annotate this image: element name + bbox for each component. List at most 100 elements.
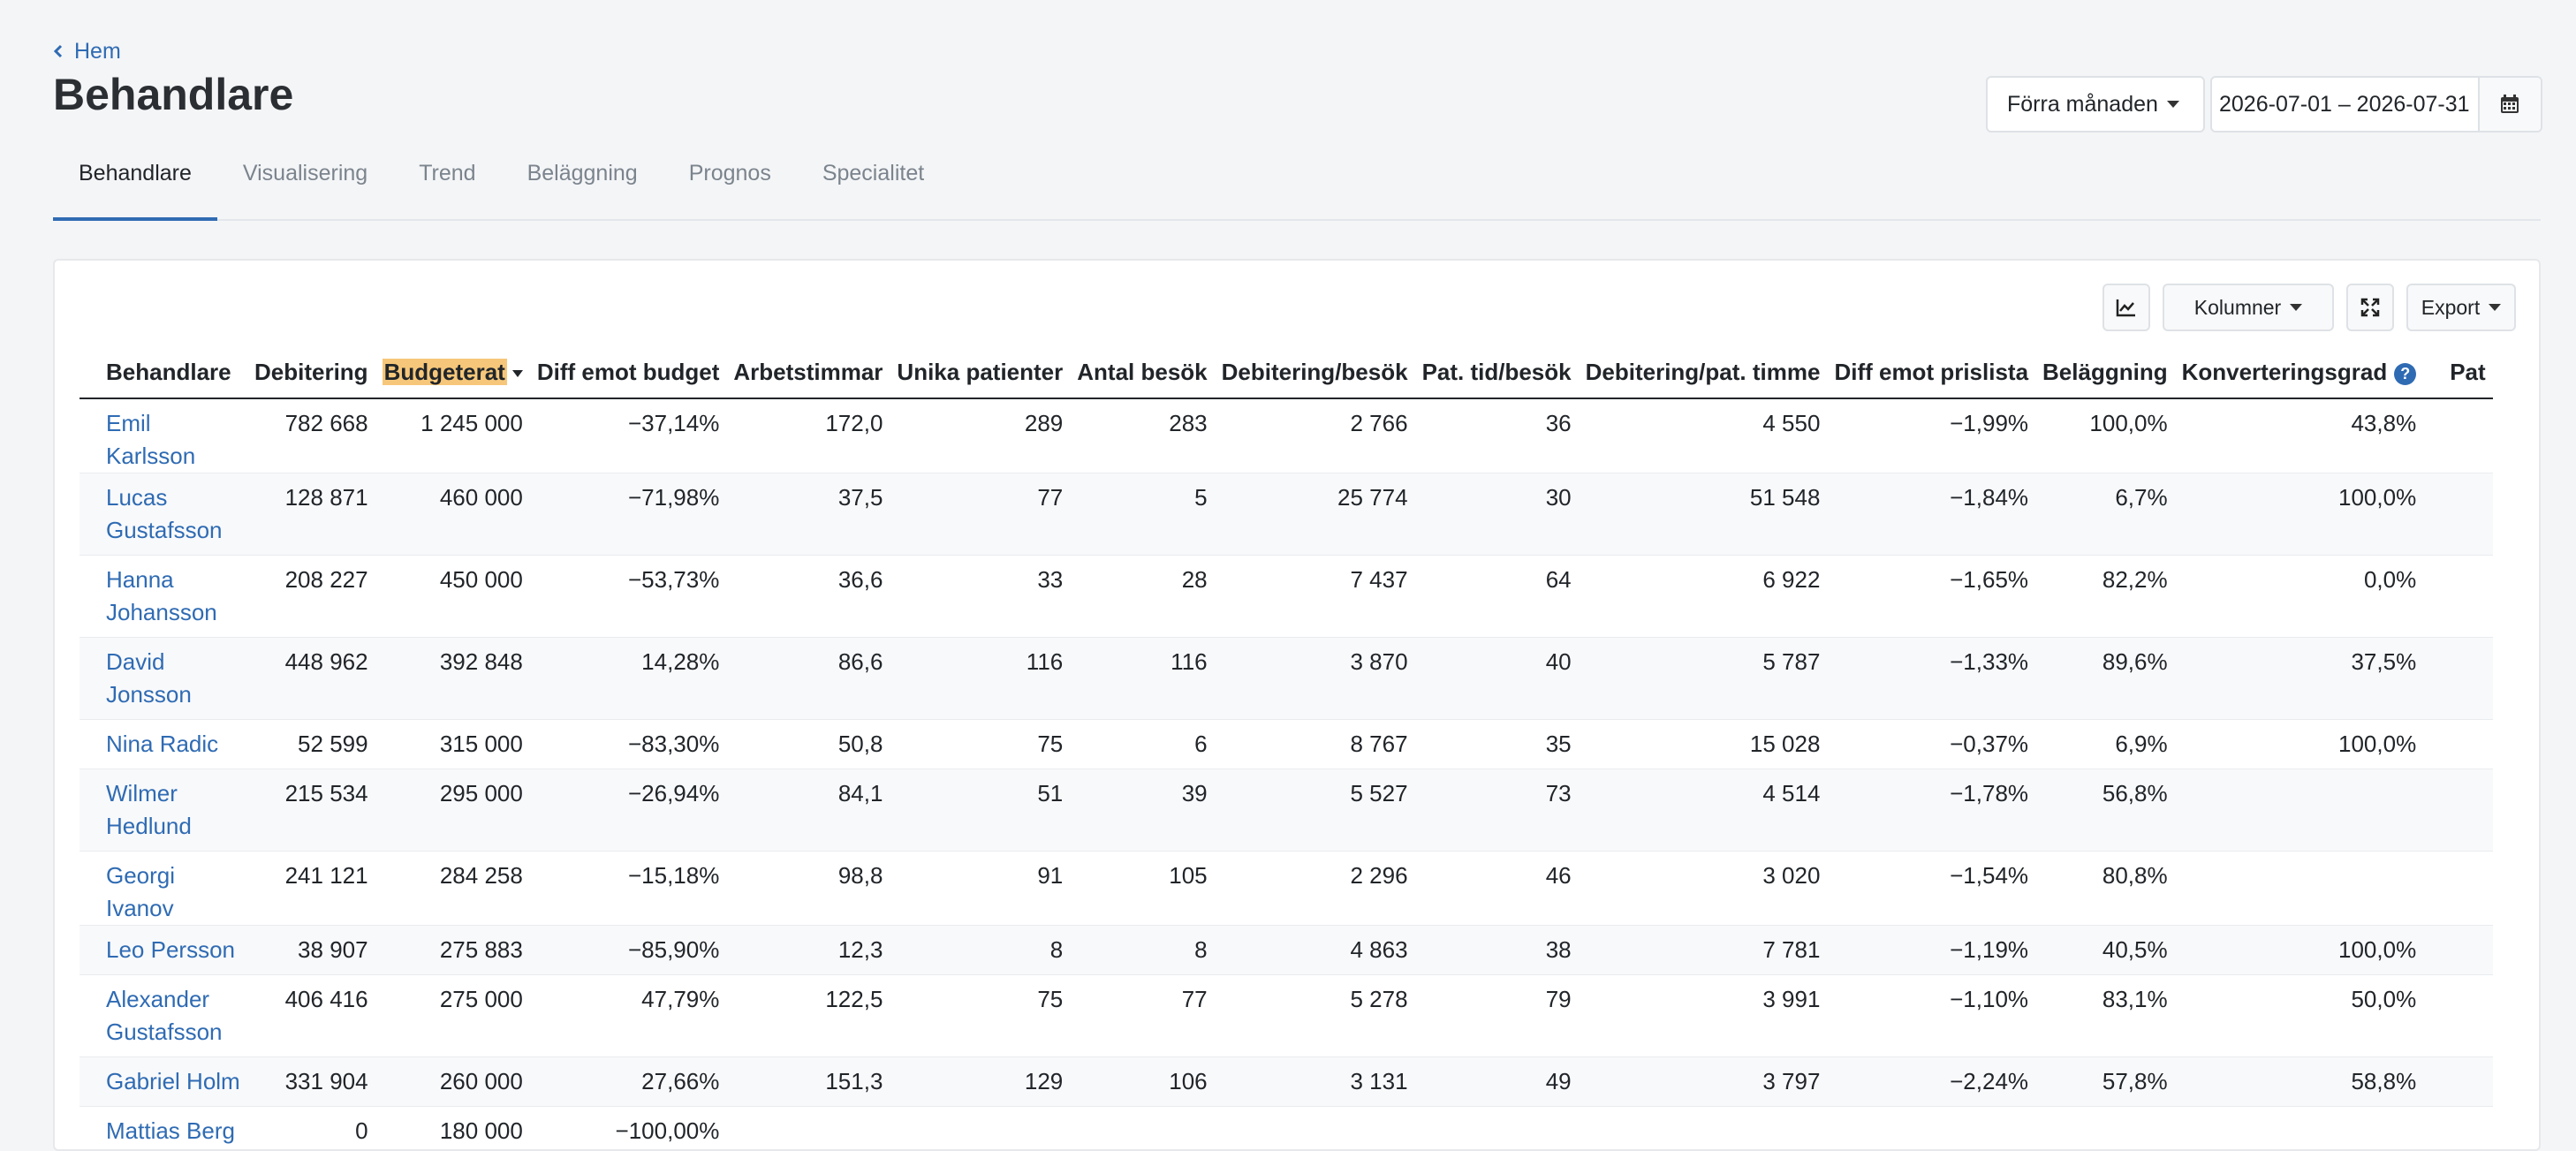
table-cell: 3 870 <box>1215 638 1415 720</box>
column-header[interactable]: Diff emot budget <box>530 347 727 398</box>
table-cell: 3 797 <box>1579 1057 1828 1107</box>
table-row[interactable]: Wilmer Hedlund215 534295 000−26,94%84,15… <box>80 769 2493 852</box>
table-cell: 35 <box>1415 720 1579 769</box>
expand-icon <box>2360 298 2380 317</box>
table-cell: 215 534 <box>247 769 375 852</box>
table-cell: −2,24% <box>1827 1057 2035 1107</box>
table-row[interactable]: Hanna Johansson208 227450 000−53,73%36,6… <box>80 556 2493 638</box>
table-cell: 30 <box>1415 473 1579 556</box>
table-cell: 782 668 <box>247 398 375 473</box>
behandlare-link[interactable]: Leo Persson <box>80 926 247 975</box>
table-cell <box>726 1107 890 1151</box>
tab-visualisering[interactable]: Visualisering <box>217 141 393 221</box>
page-title: Behandlare <box>53 69 293 120</box>
back-link-label: Hem <box>74 39 121 64</box>
table-cell: 8 <box>890 926 1070 975</box>
table-cell: 3 991 <box>1579 975 1828 1057</box>
column-header[interactable]: Debitering/besök <box>1215 347 1415 398</box>
column-header[interactable]: Behandlare <box>80 347 247 398</box>
table-cell <box>2175 1107 2424 1151</box>
column-header[interactable]: Debitering/pat. timme <box>1579 347 1828 398</box>
table-cell: 51 548 <box>1579 473 1828 556</box>
table-cell: 7 437 <box>1215 556 1415 638</box>
table-cell <box>2035 1107 2175 1151</box>
table-row[interactable]: Nina Radic52 599315 000−83,30%50,87568 7… <box>80 720 2493 769</box>
table-cell: 64 <box>1415 556 1579 638</box>
calendar-button[interactable] <box>2480 78 2541 131</box>
table-cell: 91 <box>890 852 1070 926</box>
table-cell: 106 <box>1070 1057 1214 1107</box>
column-header[interactable]: Debitering <box>247 347 375 398</box>
table-row[interactable]: Georgi Ivanov241 121284 258−15,18%98,891… <box>80 852 2493 926</box>
behandlare-link[interactable]: David Jonsson <box>80 638 247 720</box>
table-cell: 5 787 <box>1579 638 1828 720</box>
tab-bar: Behandlare Visualisering Trend Beläggnin… <box>53 141 2541 221</box>
period-dropdown[interactable]: Förra månaden <box>1986 76 2205 133</box>
help-icon[interactable]: ? <box>2394 363 2416 385</box>
table-cell: 0 <box>247 1107 375 1151</box>
tab-trend[interactable]: Trend <box>393 141 501 221</box>
column-header[interactable]: Beläggning <box>2035 347 2175 398</box>
column-header[interactable]: Antal besök <box>1070 347 1214 398</box>
table-row[interactable]: Lucas Gustafsson128 871460 000−71,98%37,… <box>80 473 2493 556</box>
table-cell: 40,5% <box>2035 926 2175 975</box>
column-header[interactable]: Arbetstimmar <box>726 347 890 398</box>
column-header-konverteringsgrad[interactable]: Konverteringsgrad? <box>2175 347 2424 398</box>
table-cell: 28 <box>1070 556 1214 638</box>
table-cell: 392 848 <box>375 638 530 720</box>
table-toolbar: Kolumner Export <box>2102 284 2516 331</box>
back-link[interactable]: Hem <box>53 35 121 67</box>
date-range-input[interactable]: 2026-07-01 – 2026-07-31 <box>2212 78 2480 131</box>
behandlare-link[interactable]: Emil Karlsson <box>80 398 247 473</box>
table-row[interactable]: Leo Persson38 907275 883−85,90%12,3884 8… <box>80 926 2493 975</box>
table-row[interactable]: Gabriel Holm331 904260 00027,66%151,3129… <box>80 1057 2493 1107</box>
behandlare-link[interactable]: Lucas Gustafsson <box>80 473 247 556</box>
table-cell: 315 000 <box>375 720 530 769</box>
behandlare-link[interactable]: Alexander Gustafsson <box>80 975 247 1057</box>
table-cell: 4 550 <box>1579 398 1828 473</box>
table-cell: 7 781 <box>1579 926 1828 975</box>
behandlare-link[interactable]: Mattias Berg <box>80 1107 247 1151</box>
table-cell: −1,78% <box>1827 769 2035 852</box>
table-cell: 151,3 <box>726 1057 890 1107</box>
column-header-sorted[interactable]: Budgeterat <box>375 347 530 398</box>
column-header[interactable]: Pat. tid/besök <box>1415 347 1579 398</box>
table-cell: 77 <box>890 473 1070 556</box>
tab-specialitet[interactable]: Specialitet <box>797 141 950 221</box>
table-row[interactable]: David Jonsson448 962392 84814,28%86,6116… <box>80 638 2493 720</box>
table-cell: 3 020 <box>1579 852 1828 926</box>
table-cell: 50,8 <box>726 720 890 769</box>
table-cell: 284 258 <box>375 852 530 926</box>
behandlare-link[interactable]: Georgi Ivanov <box>80 852 247 926</box>
table-cell: 83,1% <box>2035 975 2175 1057</box>
column-header[interactable]: Unika patienter <box>890 347 1070 398</box>
column-header[interactable]: Pat <box>2423 347 2492 398</box>
table-cell: 82,2% <box>2035 556 2175 638</box>
chart-button[interactable] <box>2102 284 2150 331</box>
export-dropdown[interactable]: Export <box>2406 284 2516 331</box>
date-range-picker: 2026-07-01 – 2026-07-31 <box>2210 76 2542 133</box>
table-cell: 49 <box>1415 1057 1579 1107</box>
line-chart-icon <box>2116 298 2137 317</box>
table-row[interactable]: Alexander Gustafsson406 416275 00047,79%… <box>80 975 2493 1057</box>
behandlare-link[interactable]: Gabriel Holm <box>80 1057 247 1107</box>
data-card: Kolumner Export Behandlare Debitering <box>53 259 2541 1151</box>
table-cell: 14,28% <box>530 638 727 720</box>
table-cell: −83,30% <box>530 720 727 769</box>
behandlare-link[interactable]: Nina Radic <box>80 720 247 769</box>
fullscreen-button[interactable] <box>2346 284 2394 331</box>
behandlare-link[interactable]: Wilmer Hedlund <box>80 769 247 852</box>
tab-belaggning[interactable]: Beläggning <box>502 141 663 221</box>
column-header[interactable]: Diff emot prislista <box>1827 347 2035 398</box>
table-row[interactable]: Mattias Berg0180 000−100,00% <box>80 1107 2493 1151</box>
tab-prognos[interactable]: Prognos <box>663 141 797 221</box>
table-cell: 275 000 <box>375 975 530 1057</box>
tab-behandlare[interactable]: Behandlare <box>53 141 217 221</box>
table-cell: −1,84% <box>1827 473 2035 556</box>
table-cell <box>2423 769 2492 852</box>
table-scroll-area[interactable]: Behandlare Debitering Budgeterat Diff em… <box>80 347 2518 1151</box>
columns-dropdown[interactable]: Kolumner <box>2163 284 2334 331</box>
table-row[interactable]: Emil Karlsson782 6681 245 000−37,14%172,… <box>80 398 2493 473</box>
behandlare-link[interactable]: Hanna Johansson <box>80 556 247 638</box>
table-cell: 57,8% <box>2035 1057 2175 1107</box>
